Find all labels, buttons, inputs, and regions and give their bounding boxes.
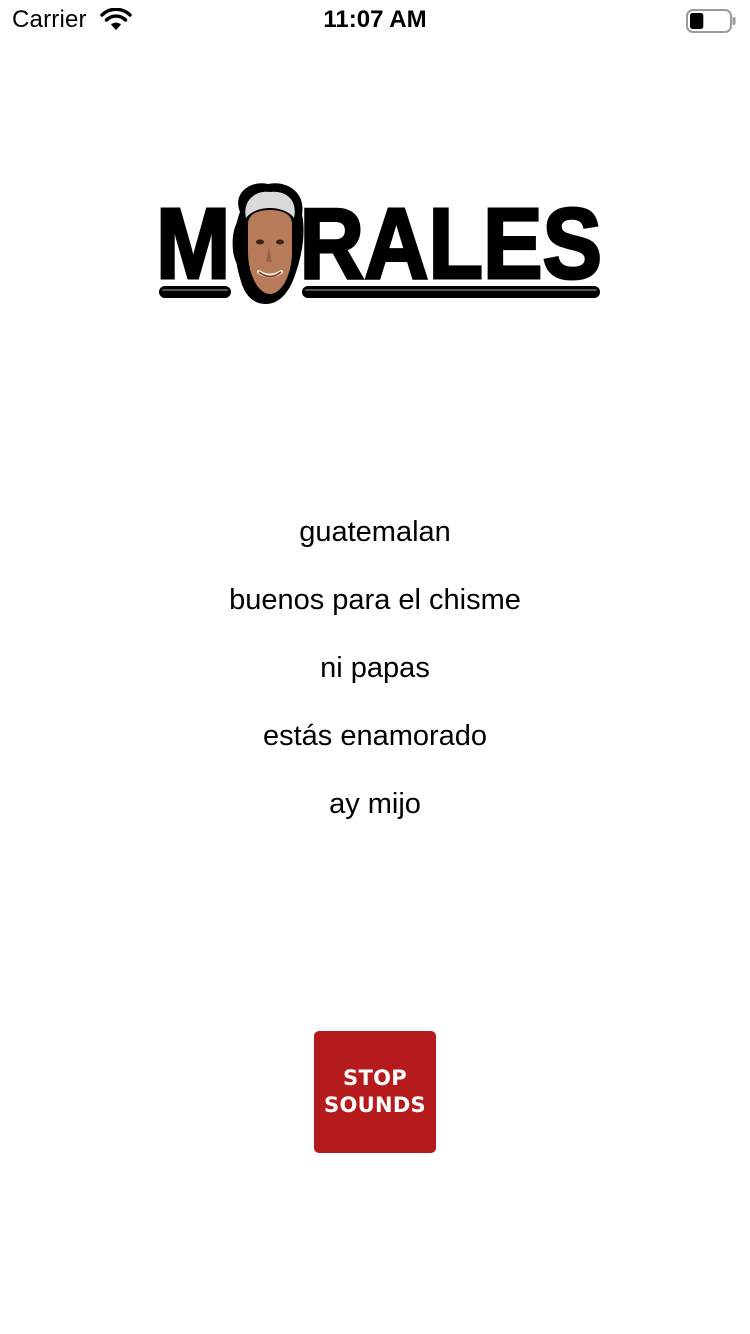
battery-icon	[686, 9, 736, 33]
status-time: 11:07 AM	[323, 6, 427, 33]
phrase-item[interactable]: guatemalan	[0, 500, 750, 568]
status-bar: Carrier 11:07 AM	[0, 0, 750, 40]
stop-sounds-line1: STOP	[343, 1066, 407, 1090]
phrase-item[interactable]: ay mijo	[0, 772, 750, 840]
logo-text: MORALES	[156, 188, 602, 300]
stop-sounds-line2: SOUNDS	[324, 1093, 426, 1117]
logo: MORALES	[156, 183, 602, 304]
phrase-item[interactable]: ni papas	[0, 636, 750, 704]
phrase-item[interactable]: estás enamorado	[0, 704, 750, 772]
phrase-list: guatemalan buenos para el chisme ni papas e…	[0, 500, 750, 840]
phrase-item[interactable]: buenos para el chisme	[0, 568, 750, 636]
stop-sounds-button[interactable]: STOP SOUNDS	[314, 1031, 436, 1153]
